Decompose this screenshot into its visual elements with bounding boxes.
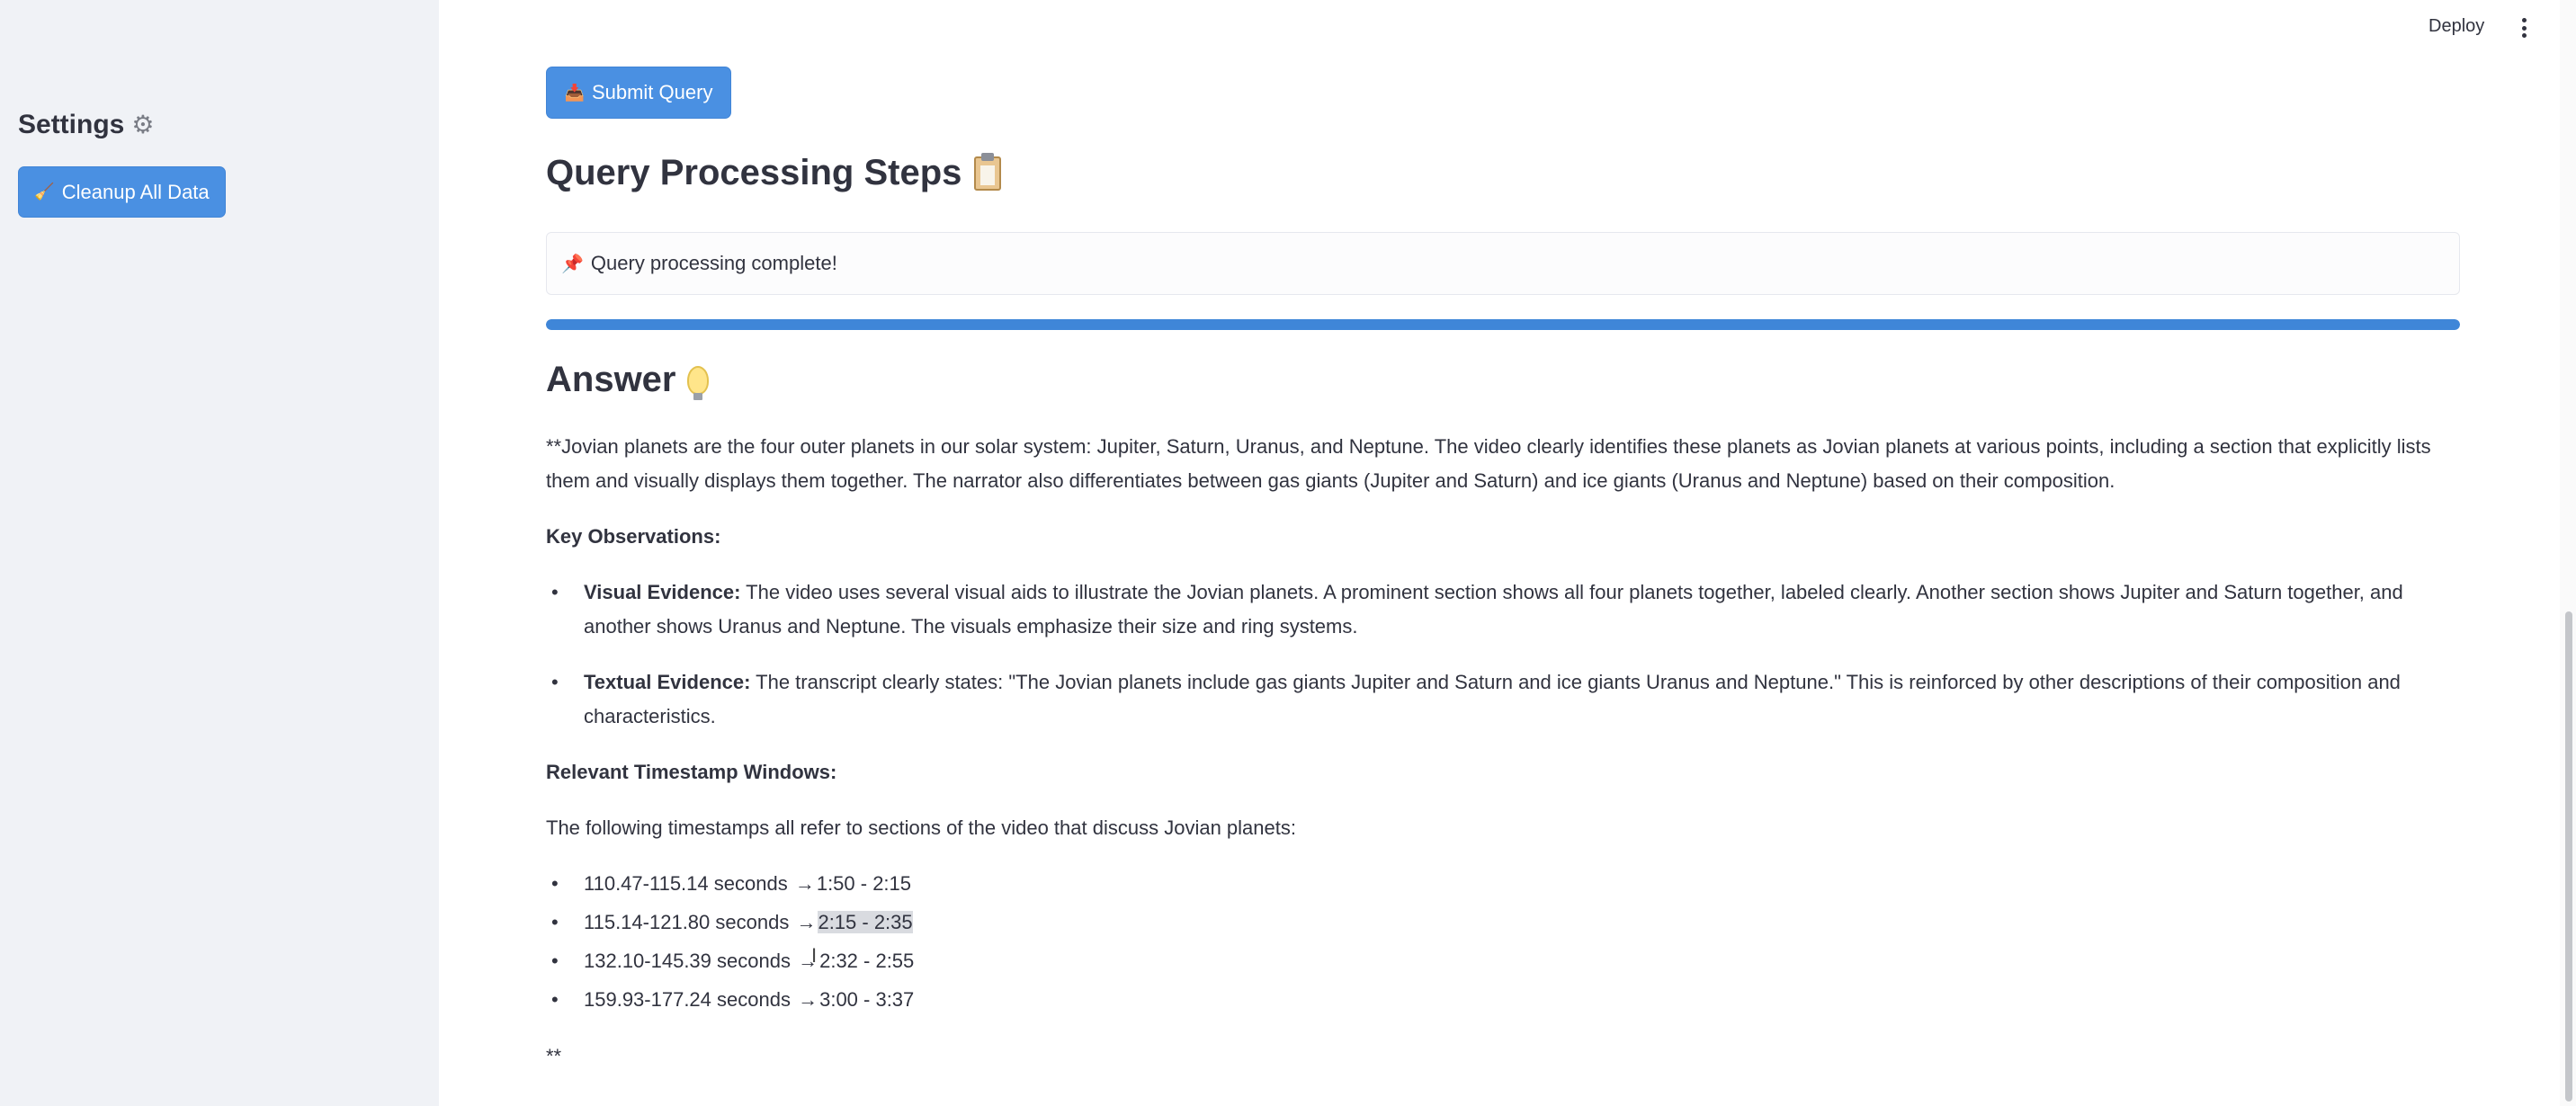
sidebar-title: Settings ⚙	[18, 110, 154, 140]
broom-icon: 🧹	[34, 183, 55, 201]
scrollbar-thumb[interactable]	[2565, 611, 2572, 1102]
progress-bar-fill	[546, 319, 2460, 330]
status-text: Query processing complete!	[590, 252, 837, 274]
more-menu-icon[interactable]	[2517, 16, 2531, 40]
list-item: 159.93-177.24 seconds →3:00 - 3:37	[546, 983, 2460, 1017]
answer-intro: **Jovian planets are the four outer plan…	[546, 435, 2431, 492]
deploy-button[interactable]: Deploy	[2428, 16, 2484, 37]
timestamp-seconds: 110.47-115.14 seconds	[584, 872, 788, 895]
sidebar-title-text: Settings	[18, 110, 125, 139]
timestamps-heading: Relevant Timestamp Windows:	[546, 761, 837, 783]
app-root: Settings ⚙ 🧹 Cleanup All Data Deploy 📥 S…	[0, 0, 2576, 1106]
clipboard-icon	[974, 152, 1002, 191]
answer-heading: Answer	[546, 360, 709, 400]
gear-icon: ⚙	[131, 111, 155, 138]
text-cursor-icon: I	[811, 944, 818, 967]
inbox-tray-icon: 📥	[564, 83, 585, 102]
list-item: 115.14-121.80 seconds →2:15 - 2:35	[546, 905, 2460, 940]
status-box: 📌 Query processing complete!	[546, 232, 2460, 295]
answer-body: **Jovian planets are the four outer plan…	[546, 430, 2460, 1021]
key-observations-heading: Key Observations:	[546, 525, 721, 548]
arrow-icon: →	[796, 911, 817, 933]
timestamp-seconds: 159.93-177.24 seconds	[584, 988, 791, 1011]
timestamp-range-selected: 2:15 - 2:35	[818, 911, 913, 933]
list-item: Textual Evidence: The transcript clearly…	[546, 665, 2460, 734]
timestamp-range: 2:32 - 2:55	[819, 950, 915, 972]
lightbulb-icon	[686, 365, 709, 400]
list-item: 132.10-145.39 seconds →2:32 - 2:55	[546, 944, 2460, 978]
observation-label: Textual Evidence:	[584, 671, 751, 693]
cleanup-button-label: Cleanup All Data	[61, 180, 210, 203]
observation-text: The transcript clearly states: "The Jovi…	[584, 671, 2401, 727]
steps-heading-text: Query Processing Steps	[546, 153, 962, 192]
sidebar: Settings ⚙ 🧹 Cleanup All Data	[0, 0, 439, 1106]
timestamp-seconds: 115.14-121.80 seconds	[584, 911, 790, 933]
observation-label: Visual Evidence:	[584, 581, 741, 603]
list-item: Visual Evidence: The video uses several …	[546, 575, 2460, 644]
submit-button-label: Submit Query	[591, 81, 713, 103]
closing-marks: **	[546, 1045, 562, 1067]
arrow-icon: →	[798, 988, 818, 1011]
cleanup-all-data-button[interactable]: 🧹 Cleanup All Data	[18, 166, 226, 218]
timestamp-range: 3:00 - 3:37	[819, 988, 915, 1011]
timestamp-seconds: 132.10-145.39 seconds	[584, 950, 791, 972]
submit-query-button[interactable]: 📥 Submit Query	[546, 67, 731, 119]
list-item: 110.47-115.14 seconds →1:50 - 2:15	[546, 867, 2460, 901]
timestamps-intro: The following timestamps all refer to se…	[546, 816, 1296, 839]
observation-text: The video uses several visual aids to il…	[584, 581, 2403, 638]
observations-list: Visual Evidence: The video uses several …	[546, 575, 2460, 734]
timestamp-range: 1:50 - 2:15	[816, 872, 912, 895]
arrow-icon: →	[794, 872, 815, 895]
pushpin-icon: 📌	[561, 254, 584, 274]
timestamps-list: 110.47-115.14 seconds →1:50 - 2:15 115.1…	[546, 867, 2460, 1017]
steps-heading: Query Processing Steps	[546, 152, 1002, 193]
progress-bar	[546, 319, 2460, 330]
answer-heading-text: Answer	[546, 360, 676, 399]
